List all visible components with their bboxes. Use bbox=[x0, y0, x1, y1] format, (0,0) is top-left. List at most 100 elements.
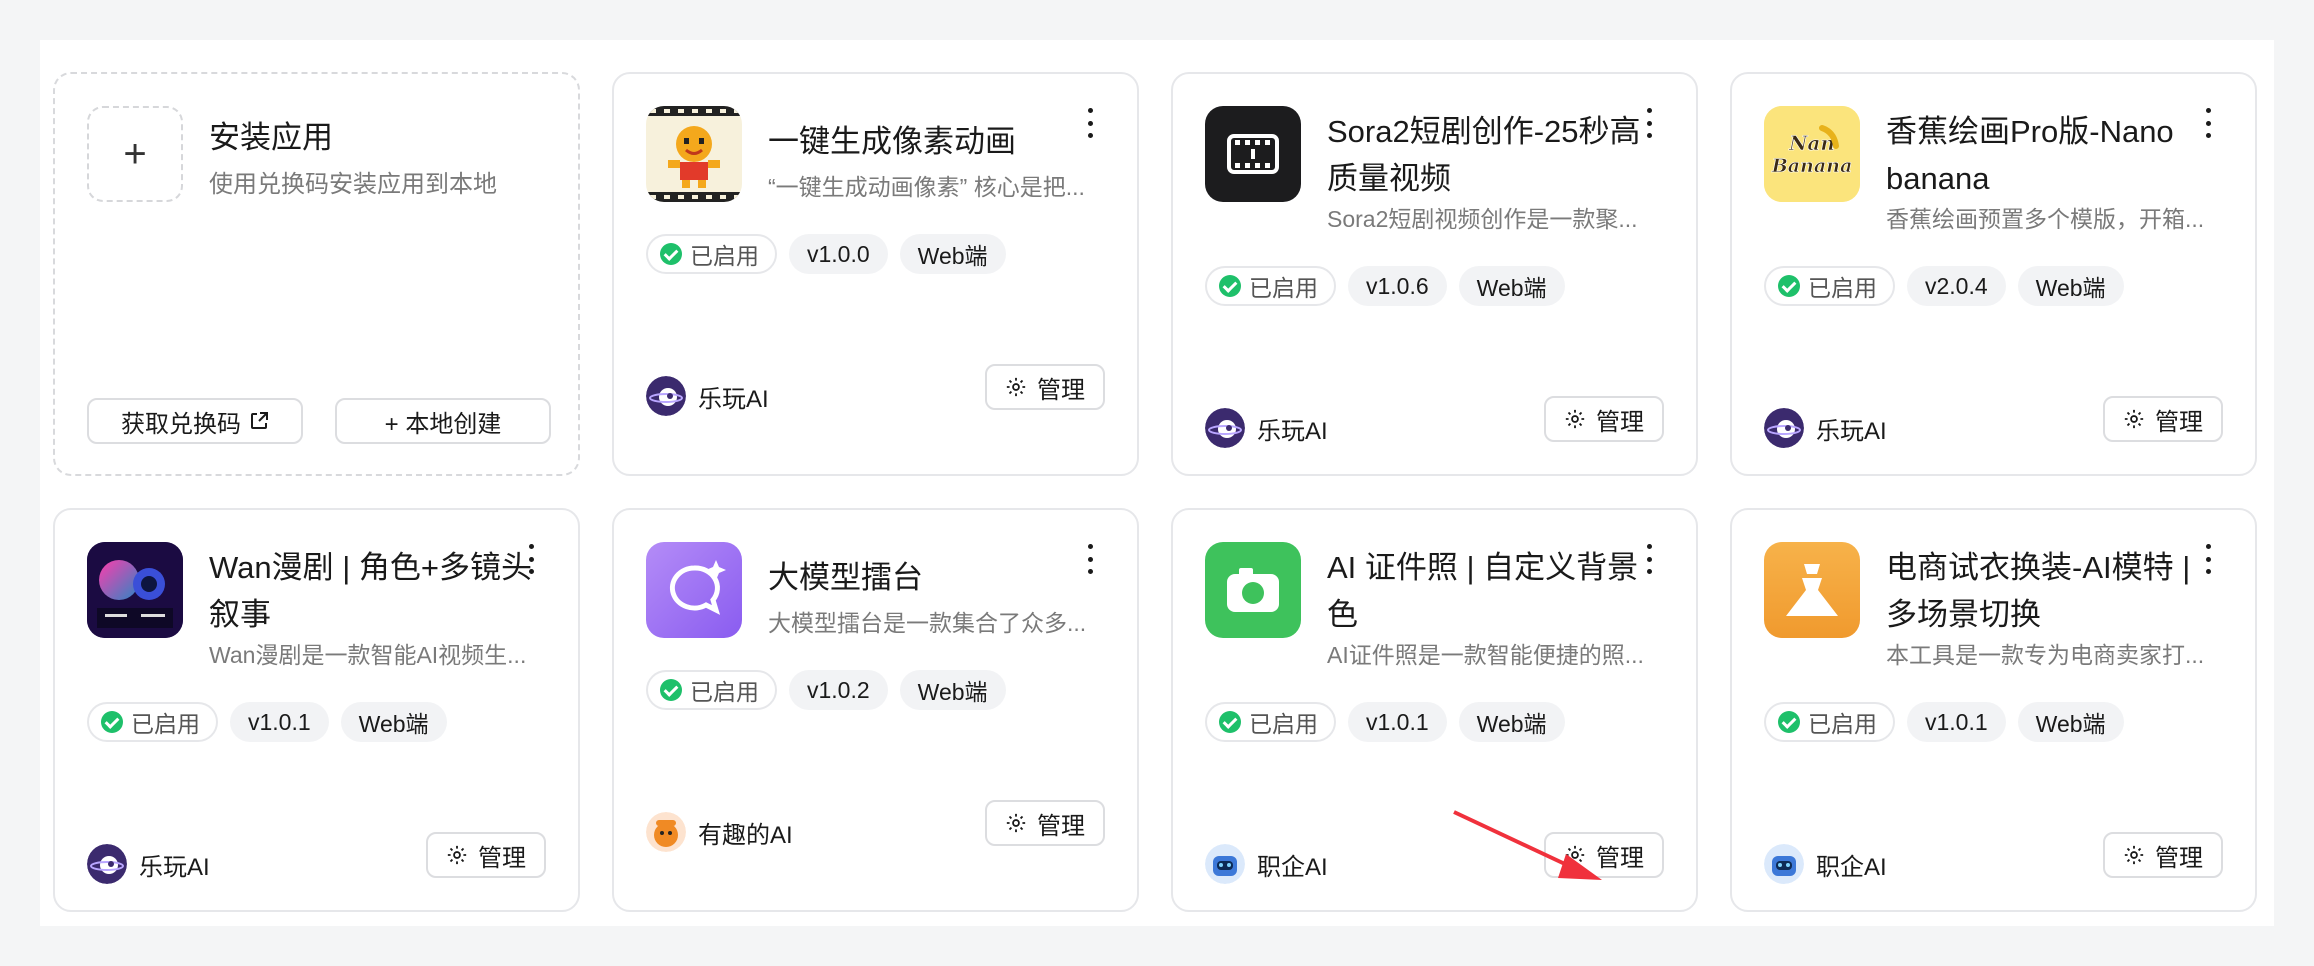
manage-button[interactable]: 管理 bbox=[426, 832, 546, 878]
author: 职企AI bbox=[1205, 844, 1328, 884]
zhiqi-robot-avatar-icon bbox=[1205, 844, 1245, 884]
more-options-icon[interactable] bbox=[2201, 108, 2215, 138]
lewan-avatar-icon bbox=[1764, 408, 1804, 448]
gear-icon bbox=[1565, 409, 1585, 429]
platform-badge: Web端 bbox=[899, 234, 1006, 274]
app-desc: 香蕉绘画预置多个模版，开箱... bbox=[1886, 206, 2205, 232]
nano-banana-logo: Nan Banana bbox=[1764, 106, 1860, 202]
app-tags: 已启用 v1.0.1 Web端 bbox=[1764, 702, 2124, 742]
app-desc: Wan漫剧是一款智能AI视频生... bbox=[209, 642, 527, 668]
manage-button[interactable]: 管理 bbox=[985, 364, 1105, 410]
app-card-banana-painting: Nan Banana 香蕉绘画Pro版-Nano banana 香蕉绘画预置多个… bbox=[1730, 72, 2257, 476]
status-badge: 已启用 bbox=[1205, 266, 1336, 306]
more-options-icon[interactable] bbox=[1083, 108, 1097, 138]
wan-comic-icon bbox=[87, 542, 183, 638]
check-circle-icon bbox=[101, 711, 123, 733]
check-circle-icon bbox=[1778, 711, 1800, 733]
app-title: 香蕉绘画Pro版-Nano banana bbox=[1886, 114, 2174, 196]
app-card-wan-comic: Wan漫剧 | 角色+多镜头叙事 Wan漫剧是一款智能AI视频生... 已启用 … bbox=[53, 508, 580, 912]
get-redeem-code-label: 获取兑换码 bbox=[121, 410, 241, 438]
lewan-avatar-icon bbox=[1205, 408, 1245, 448]
author: 有趣的AI bbox=[646, 812, 793, 852]
app-title: 电商试衣换装-AI模特 | 多场景切换 bbox=[1886, 550, 2191, 632]
film-icon bbox=[1205, 106, 1301, 202]
gear-icon bbox=[2124, 409, 2144, 429]
gear-icon bbox=[447, 845, 467, 865]
zhiqi-robot-avatar-icon bbox=[1764, 844, 1804, 884]
platform-badge: Web端 bbox=[899, 670, 1006, 710]
app-tags: 已启用 v1.0.1 Web端 bbox=[1205, 702, 1565, 742]
version-badge: v1.0.1 bbox=[230, 702, 329, 742]
dress-icon bbox=[1764, 542, 1860, 638]
more-options-icon[interactable] bbox=[524, 544, 538, 574]
author-name: 乐玩AI bbox=[698, 385, 769, 413]
local-create-button[interactable]: + 本地创建 bbox=[335, 398, 551, 444]
check-circle-icon bbox=[660, 243, 682, 265]
more-options-icon[interactable] bbox=[1642, 544, 1656, 574]
app-card-ai-id-photo: AI 证件照 | 自定义背景色 AI证件照是一款智能便捷的照... 已启用 v1… bbox=[1171, 508, 1698, 912]
author: 职企AI bbox=[1764, 844, 1887, 884]
more-options-icon[interactable] bbox=[2201, 544, 2215, 574]
app-desc: 本工具是一款专为电商卖家打... bbox=[1886, 642, 2205, 668]
gear-icon bbox=[1006, 377, 1026, 397]
app-card-ecommerce-tryon: 电商试衣换装-AI模特 | 多场景切换 本工具是一款专为电商卖家打... 已启用… bbox=[1730, 508, 2257, 912]
more-options-icon[interactable] bbox=[1642, 108, 1656, 138]
status-badge: 已启用 bbox=[1205, 702, 1336, 742]
lewan-avatar-icon bbox=[87, 844, 127, 884]
version-badge: v1.0.1 bbox=[1907, 702, 2006, 742]
app-card-pixel-animation: 一键生成像素动画 “一键生成动画像素” 核心是把... 已启用 v1.0.0 W… bbox=[612, 72, 1139, 476]
app-grid: + 安装应用 使用兑换码安装应用到本地 获取兑换码 + 本地创建 一键生成像素动… bbox=[40, 40, 2274, 926]
app-title: Wan漫剧 | 角色+多镜头叙事 bbox=[209, 550, 532, 632]
manage-button[interactable]: 管理 bbox=[985, 800, 1105, 846]
platform-badge: Web端 bbox=[340, 702, 447, 742]
youqu-avatar-icon bbox=[646, 812, 686, 852]
status-badge: 已启用 bbox=[87, 702, 218, 742]
app-card-sora2: Sora2短剧创作-25秒高质量视频 Sora2短剧视频创作是一款聚... 已启… bbox=[1171, 72, 1698, 476]
get-redeem-code-button[interactable]: 获取兑换码 bbox=[87, 398, 303, 444]
pixel-character-icon bbox=[646, 106, 742, 202]
version-badge: v1.0.2 bbox=[789, 670, 888, 710]
author: 乐玩AI bbox=[646, 376, 769, 416]
app-tags: 已启用 v2.0.4 Web端 bbox=[1764, 266, 2124, 306]
gear-icon bbox=[1565, 845, 1585, 865]
app-title: 大模型擂台 bbox=[768, 560, 923, 595]
app-tags: 已启用 v1.0.2 Web端 bbox=[646, 670, 1006, 710]
app-title: AI 证件照 | 自定义背景色 bbox=[1327, 550, 1639, 632]
status-badge: 已启用 bbox=[646, 234, 777, 274]
check-circle-icon bbox=[1219, 711, 1241, 733]
app-title: 一键生成像素动画 bbox=[768, 124, 1016, 159]
gear-icon bbox=[2124, 845, 2144, 865]
app-tags: 已启用 v1.0.0 Web端 bbox=[646, 234, 1006, 274]
camera-icon bbox=[1205, 542, 1301, 638]
app-desc: “一键生成动画像素” 核心是把... bbox=[768, 174, 1085, 200]
status-badge: 已启用 bbox=[1764, 702, 1895, 742]
version-badge: v1.0.0 bbox=[789, 234, 888, 274]
external-link-icon bbox=[251, 412, 268, 429]
author-name: 职企AI bbox=[1257, 853, 1328, 881]
install-app-card: + 安装应用 使用兑换码安装应用到本地 获取兑换码 + 本地创建 bbox=[53, 72, 580, 476]
manage-button[interactable]: 管理 bbox=[2103, 396, 2223, 442]
author: 乐玩AI bbox=[1205, 408, 1328, 448]
author-name: 乐玩AI bbox=[1257, 417, 1328, 445]
lewan-avatar-icon bbox=[646, 376, 686, 416]
add-app-button[interactable]: + bbox=[87, 106, 183, 202]
author-name: 乐玩AI bbox=[139, 853, 210, 881]
manage-button[interactable]: 管理 bbox=[1544, 832, 1664, 878]
svg-text:Banana: Banana bbox=[1771, 155, 1853, 177]
author-name: 乐玩AI bbox=[1816, 417, 1887, 445]
version-badge: v1.0.1 bbox=[1348, 702, 1447, 742]
version-badge: v1.0.6 bbox=[1348, 266, 1447, 306]
check-circle-icon bbox=[660, 679, 682, 701]
platform-badge: Web端 bbox=[2017, 266, 2124, 306]
check-circle-icon bbox=[1219, 275, 1241, 297]
app-desc: 大模型擂台是一款集合了众多... bbox=[768, 610, 1087, 636]
app-card-llm-arena: 大模型擂台 大模型擂台是一款集合了众多... 已启用 v1.0.2 Web端 有… bbox=[612, 508, 1139, 912]
manage-button[interactable]: 管理 bbox=[1544, 396, 1664, 442]
manage-button[interactable]: 管理 bbox=[2103, 832, 2223, 878]
author: 乐玩AI bbox=[1764, 408, 1887, 448]
install-desc: 使用兑换码安装应用到本地 bbox=[209, 171, 497, 198]
app-title: Sora2短剧创作-25秒高质量视频 bbox=[1327, 114, 1641, 196]
author: 乐玩AI bbox=[87, 844, 210, 884]
platform-badge: Web端 bbox=[1458, 266, 1565, 306]
more-options-icon[interactable] bbox=[1083, 544, 1097, 574]
